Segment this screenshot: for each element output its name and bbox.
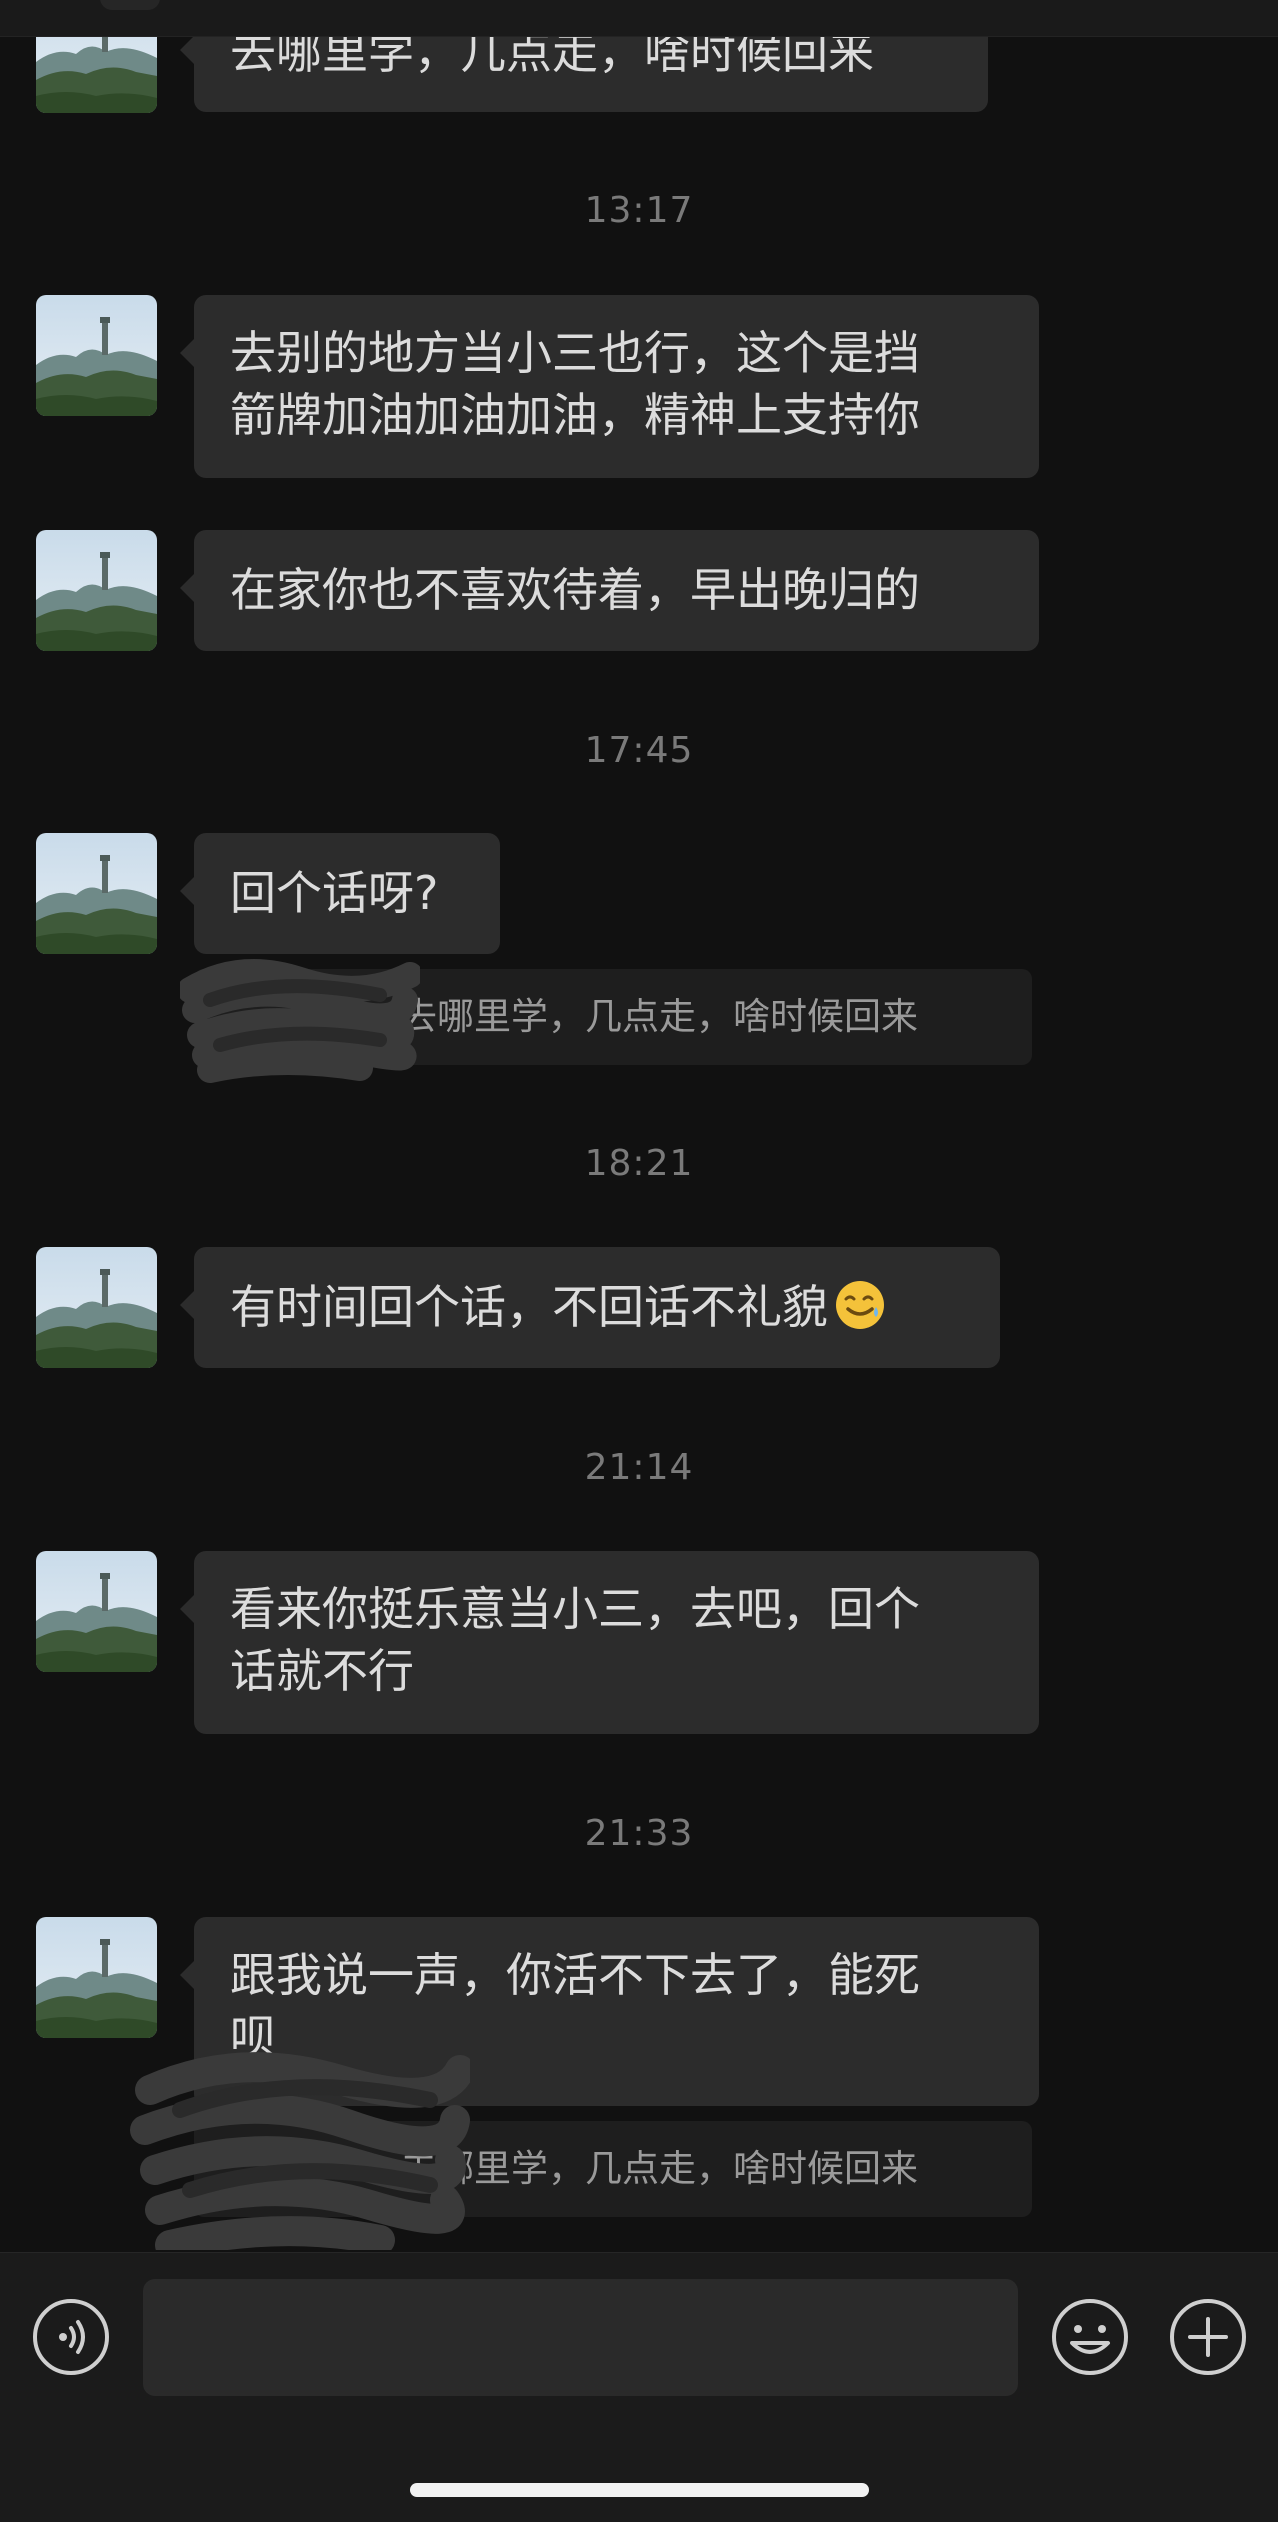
sweat-smile-emoji: [836, 1281, 884, 1329]
mountain-avatar-image: [36, 1917, 157, 2038]
contact-avatar[interactable]: [36, 530, 157, 651]
message-bubble[interactable]: 去别的地方当小三也行，这个是挡 箭牌加油加油加油，精神上支持你: [180, 295, 1039, 478]
timestamp: 13:17: [584, 190, 694, 231]
message-text: 有时间回个话，不回话不礼貌: [230, 1280, 828, 1334]
mountain-avatar-image: [36, 1551, 157, 1672]
mountain-avatar-image: [36, 833, 157, 954]
message-text: 看来你挺乐意当小三，去吧，回个: [230, 1582, 920, 1636]
chat-area[interactable]: 去哪里学，几点走，啥时候回来 13:17 去别的地方当小三也行，这个是挡 箭牌加…: [0, 0, 1278, 2250]
top-bar: [0, 0, 1278, 37]
message-text: 跟我说一声，你活不下去了，能死: [230, 1948, 920, 2002]
message-text: 箭牌加油加油加油，精神上支持你: [230, 388, 920, 442]
contact-avatar[interactable]: [36, 833, 157, 954]
timestamp: 21:33: [584, 1813, 694, 1854]
more-button[interactable]: [1168, 2297, 1248, 2377]
emoji-button[interactable]: [1050, 2297, 1130, 2377]
quoted-reply[interactable]: 去哪里学，几点走，啥时候回来: [194, 969, 1032, 1065]
message-bubble[interactable]: 在家你也不喜欢待着，早出晚归的: [180, 530, 1039, 651]
mountain-avatar-image: [36, 295, 157, 416]
voice-icon: [33, 2299, 109, 2375]
message-bubble[interactable]: 有时间回个话，不回话不礼貌: [180, 1247, 1000, 1368]
mountain-avatar-image: [36, 1247, 157, 1368]
message-bubble[interactable]: 看来你挺乐意当小三，去吧，回个 话就不行: [180, 1551, 1039, 1734]
timestamp: 21:14: [584, 1447, 694, 1488]
message-text: 去别的地方当小三也行，这个是挡: [230, 326, 920, 380]
contact-avatar[interactable]: [36, 295, 157, 416]
input-bar: [0, 2252, 1278, 2522]
plus-icon: [1170, 2299, 1246, 2375]
message-text: 呗: [230, 2010, 276, 2064]
contact-avatar[interactable]: [36, 1247, 157, 1368]
home-indicator[interactable]: [410, 2483, 869, 2497]
message-bubble[interactable]: 回个话呀?: [180, 833, 500, 954]
message-text: 在家你也不喜欢待着，早出晚归的: [230, 563, 920, 617]
contact-avatar[interactable]: [36, 1917, 157, 2038]
quoted-reply[interactable]: 去哪里学，几点走，啥时候回来: [194, 2121, 1032, 2217]
message-text: 话就不行: [230, 1644, 414, 1698]
message-bubble[interactable]: 跟我说一声，你活不下去了，能死 呗: [180, 1917, 1039, 2106]
top-avatar-fragment: [100, 0, 160, 10]
mountain-avatar-image: [36, 530, 157, 651]
message-text: 回个话呀?: [230, 866, 439, 920]
timestamp: 17:45: [584, 730, 694, 771]
timestamp: 18:21: [584, 1143, 694, 1184]
emoji-face-icon: [1052, 2299, 1128, 2375]
voice-button[interactable]: [31, 2297, 111, 2377]
message-input[interactable]: [143, 2279, 1018, 2396]
contact-avatar[interactable]: [36, 1551, 157, 1672]
